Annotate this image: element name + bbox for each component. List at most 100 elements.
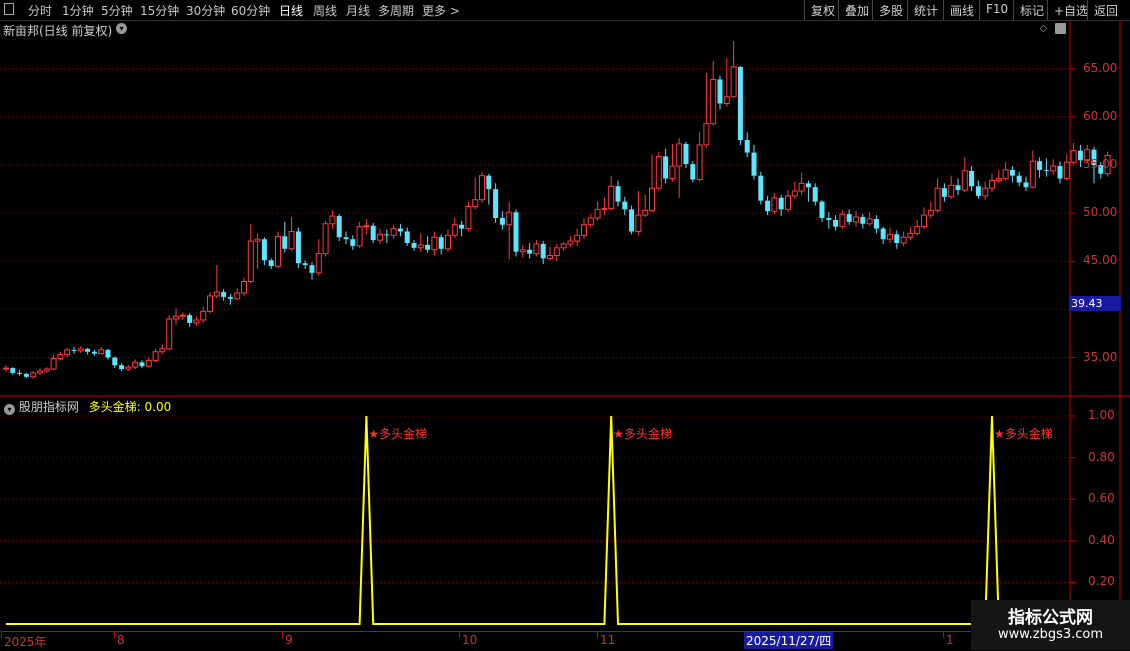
candle-body bbox=[322, 223, 329, 255]
candle-body bbox=[112, 357, 118, 366]
period-tab-3[interactable]: 15分钟 bbox=[140, 2, 179, 19]
date-tick: 11 bbox=[600, 633, 616, 647]
candle-body bbox=[411, 243, 417, 248]
candle-body bbox=[744, 140, 750, 153]
toolbar-button-8[interactable]: 返回 bbox=[1087, 0, 1123, 20]
indicator-axis-label: 0.20 bbox=[1088, 574, 1115, 589]
candle-body bbox=[472, 199, 479, 207]
candle-body bbox=[241, 281, 247, 294]
period-tab-1[interactable]: 1分钟 bbox=[62, 2, 94, 19]
period-tab-5[interactable]: 60分钟 bbox=[231, 2, 270, 19]
candle-body bbox=[159, 348, 166, 353]
candle-body bbox=[982, 187, 989, 197]
candle-body bbox=[669, 165, 676, 180]
candle-body bbox=[247, 240, 254, 283]
candle-body bbox=[955, 185, 961, 191]
candle-body bbox=[438, 237, 444, 249]
watermark-url: www.zbgs3.com bbox=[997, 627, 1104, 642]
candle-body bbox=[71, 349, 77, 351]
period-tab-10[interactable]: 更多 > bbox=[422, 2, 460, 19]
period-tab-7[interactable]: 周线 bbox=[313, 2, 337, 19]
candle-body bbox=[43, 368, 50, 372]
candle-body bbox=[1050, 165, 1057, 172]
price-label: 60.00 bbox=[1083, 108, 1118, 123]
candle-body bbox=[479, 175, 485, 201]
candle-body bbox=[853, 216, 859, 223]
candle-body bbox=[50, 357, 57, 370]
toolbar-button-5[interactable]: F10 bbox=[979, 0, 1013, 20]
toolbar-button-1[interactable]: 叠加 bbox=[838, 0, 872, 20]
period-tab-0[interactable]: 分时 bbox=[28, 2, 52, 19]
indicator-line bbox=[6, 415, 1054, 625]
candle-body bbox=[758, 175, 764, 201]
candle-body bbox=[798, 182, 805, 192]
candle-body bbox=[417, 244, 424, 249]
date-tick: 9 bbox=[285, 633, 293, 647]
toolbar-button-2[interactable]: 多股 bbox=[872, 0, 907, 20]
candle-body bbox=[907, 232, 914, 238]
candle-body bbox=[723, 96, 730, 105]
candle-body bbox=[166, 318, 173, 350]
price-label: 55.00 bbox=[1083, 157, 1118, 172]
toolbar-button-4[interactable]: 画线 bbox=[943, 0, 979, 20]
candle-body bbox=[1016, 175, 1022, 183]
candle-body bbox=[710, 78, 717, 125]
panel-toggle-icon[interactable] bbox=[4, 3, 14, 15]
toolbar-button-6[interactable]: 标记 bbox=[1013, 0, 1047, 20]
candle-body bbox=[445, 234, 451, 250]
period-toolbar: 分时 1分钟 5分钟 15分钟 30分钟 60分钟 日线 周线 月线 多周期 更多 > 复权 叠加 多股… bbox=[0, 0, 1130, 21]
indicator-axis-label: 0.60 bbox=[1088, 491, 1115, 506]
indicator-dropdown-icon[interactable]: ▾ bbox=[4, 404, 15, 415]
candle-body bbox=[995, 178, 1002, 181]
candle-body bbox=[309, 265, 315, 273]
candle-body bbox=[927, 209, 934, 216]
toolbar-button-7[interactable]: +自选 bbox=[1047, 0, 1088, 20]
date-tick-mark bbox=[282, 632, 283, 638]
candle-body bbox=[506, 211, 513, 226]
date-tick-mark bbox=[943, 632, 944, 638]
candle-body bbox=[866, 218, 873, 225]
period-tab-6[interactable]: 日线 bbox=[279, 2, 303, 19]
candle-body bbox=[139, 362, 145, 367]
candle-body bbox=[513, 212, 519, 252]
period-tab-9[interactable]: 多周期 bbox=[378, 2, 414, 19]
indicator-title: ▾ 股朋指标网 多头金梯: 0.00 bbox=[4, 398, 171, 415]
candle-body bbox=[833, 219, 839, 227]
toolbar-button-3[interactable]: 统计 bbox=[907, 0, 943, 20]
candle-body bbox=[696, 144, 703, 181]
candle-body bbox=[860, 217, 866, 224]
candle-body bbox=[425, 244, 431, 250]
date-tick-mark bbox=[597, 632, 598, 638]
price-label: 45.00 bbox=[1083, 253, 1118, 268]
candle-body bbox=[404, 231, 410, 244]
candle-body bbox=[390, 228, 397, 236]
candle-body bbox=[948, 184, 955, 198]
date-tick-mark bbox=[114, 632, 115, 638]
candle-body bbox=[751, 152, 757, 176]
indicator-axis-label: 0.40 bbox=[1088, 532, 1115, 547]
period-tab-2[interactable]: 5分钟 bbox=[101, 2, 133, 19]
candle-body bbox=[791, 190, 798, 197]
candle-body bbox=[975, 186, 981, 196]
toolbar-button-0[interactable]: 复权 bbox=[804, 0, 838, 20]
candle-body bbox=[690, 164, 696, 180]
candle-body bbox=[315, 253, 322, 274]
candle-body bbox=[145, 359, 152, 367]
date-highlight: 2025/11/27/四 bbox=[744, 632, 834, 649]
date-axis: 2025年 8 9 10 11 1 bbox=[0, 631, 1070, 651]
candlestick-chart[interactable] bbox=[0, 20, 1130, 632]
side-panel-strip[interactable] bbox=[1121, 20, 1130, 630]
candle-body bbox=[574, 234, 581, 242]
candle-body bbox=[887, 233, 893, 240]
candle-body bbox=[350, 239, 356, 246]
period-tab-4[interactable]: 30分钟 bbox=[186, 2, 225, 19]
period-tab-8[interactable]: 月线 bbox=[346, 2, 370, 19]
candle-body bbox=[717, 79, 723, 104]
candle-body bbox=[77, 348, 84, 352]
candle-body bbox=[961, 170, 968, 191]
candle-body bbox=[363, 225, 370, 228]
candle-body bbox=[873, 218, 879, 229]
candle-body bbox=[370, 225, 376, 241]
candle-body bbox=[173, 315, 179, 320]
candle-body bbox=[519, 249, 526, 253]
